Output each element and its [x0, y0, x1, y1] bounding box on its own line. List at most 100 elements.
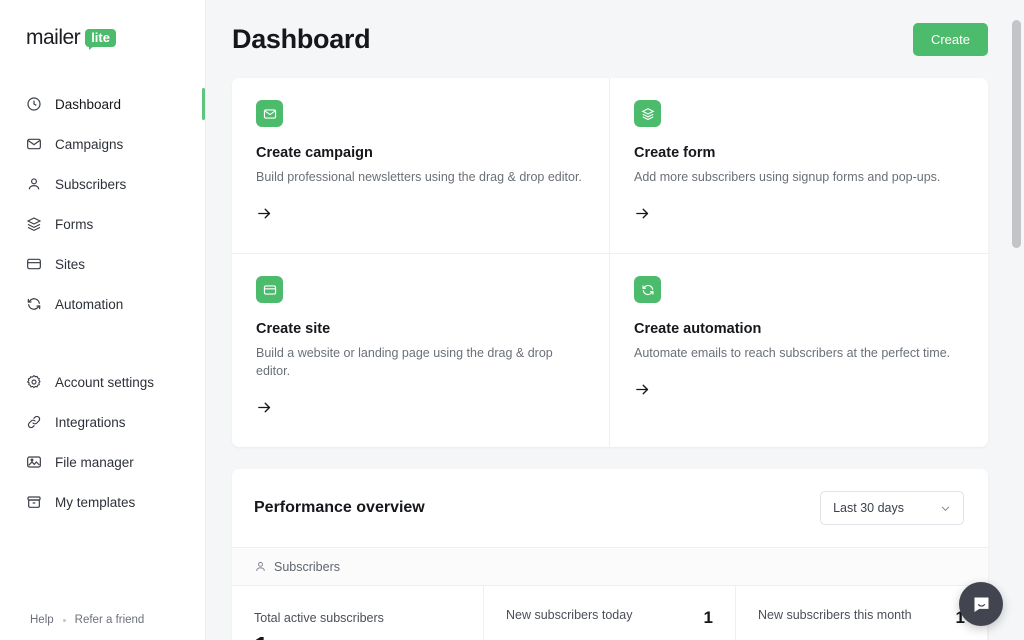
brand-name: mailer: [26, 26, 81, 49]
card-icon-wrap: [634, 276, 661, 304]
card-arrow[interactable]: [256, 399, 585, 421]
stat-value: 1: [703, 608, 713, 628]
image-icon: [27, 456, 41, 468]
card-title: Create form: [634, 145, 716, 161]
refresh-icon: [641, 284, 654, 295]
sidebar-item-campaigns[interactable]: Campaigns: [0, 124, 205, 164]
card-description: Build professional newsletters using the…: [256, 170, 582, 184]
chevron-down-icon: [941, 506, 950, 511]
create-button[interactable]: Create: [912, 22, 988, 56]
sidebar-item-label: Campaigns: [55, 136, 124, 152]
sidebar-item-sites[interactable]: Sites: [0, 244, 205, 284]
content-area: Create campaign Build professional newsl…: [206, 78, 1024, 640]
sidebar-item-label: Integrations: [55, 414, 126, 430]
card-title: Create site: [256, 321, 331, 338]
nav-divider-space: [0, 324, 205, 362]
gear-icon: [26, 374, 41, 389]
person-icon: [256, 562, 265, 572]
stat-new-subscribers-today: New subscribers today 1: [484, 586, 736, 640]
tab-label: Subscribers: [274, 559, 340, 574]
performance-tabs: Subscribers: [232, 547, 988, 586]
layers-icon: [26, 217, 42, 231]
footer-separator-dot: [62, 618, 66, 622]
main-content: Dashboard Create Create campaign Build p…: [206, 0, 1024, 640]
card-title: Create automation: [634, 321, 762, 338]
sidebar-item-label: Automation: [55, 296, 124, 312]
page-header: Dashboard Create: [206, 0, 1024, 78]
browser-icon: [27, 258, 41, 270]
performance-overview-panel: Performance overview Last 30 days Subscr…: [232, 469, 988, 640]
browser-icon: [263, 284, 276, 295]
sidebar-item-dashboard[interactable]: Dashboard: [0, 84, 205, 124]
stat-label: New subscribers this month: [758, 608, 912, 623]
card-icon-wrap: [256, 100, 283, 127]
card-icon-wrap: [256, 276, 283, 304]
envelope-icon: [263, 108, 276, 119]
help-link[interactable]: Help: [30, 614, 54, 626]
sidebar-item-label: Subscribers: [55, 176, 127, 192]
sidebar-item-my-templates[interactable]: My templates: [0, 482, 205, 522]
date-range-select[interactable]: Last 30 days: [820, 491, 964, 526]
refresh-icon: [27, 298, 41, 310]
stat-value: 1: [254, 631, 461, 640]
stat-new-subscribers-this-month: New subscribers this month 1: [736, 586, 988, 640]
sidebar-item-label: File manager: [55, 454, 134, 470]
link-icon: [27, 415, 41, 429]
sidebar-item-automation[interactable]: Automation: [0, 284, 205, 324]
card-description: Build a website or landing page using th…: [256, 346, 553, 379]
person-icon: [28, 178, 40, 190]
sidebar-item-label: Sites: [55, 256, 86, 272]
card-create-site[interactable]: Create site Build a website or landing p…: [232, 254, 610, 448]
card-create-campaign[interactable]: Create campaign Build professional newsl…: [232, 78, 610, 255]
card-icon-wrap: [634, 100, 661, 127]
sidebar-item-file-manager[interactable]: File manager: [0, 442, 205, 482]
card-title: Create campaign: [256, 145, 373, 161]
archive-icon: [27, 496, 41, 508]
date-range-value: Last 30 days: [833, 501, 904, 516]
performance-header: Performance overview Last 30 days: [232, 469, 988, 547]
chat-bubble-icon: [974, 597, 988, 612]
sidebar: mailer lite Dashboard Campaigns Subscrib…: [0, 0, 206, 640]
arrow-right-icon: [636, 208, 649, 219]
stats-grid: Total active subscribers 1 Want more sub…: [232, 585, 988, 640]
envelope-icon: [27, 138, 41, 150]
layers-icon: [641, 107, 654, 120]
stat-label: Total active subscribers: [254, 611, 384, 626]
card-arrow[interactable]: [256, 205, 585, 227]
sidebar-footer: Help Refer a friend: [0, 614, 205, 640]
sidebar-item-integrations[interactable]: Integrations: [0, 402, 205, 442]
sidebar-item-label: My templates: [55, 494, 136, 510]
clock-icon: [27, 97, 41, 111]
arrow-right-icon: [636, 384, 649, 395]
active-indicator: [202, 88, 205, 120]
scrollbar-thumb[interactable]: [1012, 20, 1021, 248]
page-scrollbar[interactable]: [1012, 0, 1021, 640]
page-title: Dashboard: [232, 23, 371, 54]
chat-launcher-button[interactable]: [959, 582, 1003, 626]
brand-logo[interactable]: mailer lite: [26, 26, 205, 50]
refer-a-friend-link[interactable]: Refer a friend: [75, 614, 145, 626]
sidebar-item-account-settings[interactable]: Account settings: [0, 362, 205, 402]
card-arrow[interactable]: [634, 205, 964, 227]
card-create-automation[interactable]: Create automation Automate emails to rea…: [610, 254, 988, 447]
arrow-right-icon: [258, 208, 271, 219]
performance-title: Performance overview: [254, 499, 425, 517]
app-root: mailer lite Dashboard Campaigns Subscrib…: [0, 0, 1024, 640]
card-description: Automate emails to reach subscribers at …: [634, 346, 951, 361]
tab-subscribers[interactable]: Subscribers: [254, 560, 340, 574]
brand-badge: lite: [85, 29, 116, 50]
arrow-right-icon: [258, 402, 271, 413]
sidebar-item-forms[interactable]: Forms: [0, 204, 205, 244]
sidebar-item-label: Dashboard: [55, 96, 122, 112]
card-arrow[interactable]: [634, 381, 964, 403]
card-description: Add more subscribers using signup forms …: [634, 170, 941, 184]
stat-total-active-subscribers: Total active subscribers 1 Want more sub…: [232, 586, 484, 640]
sidebar-item-label: Account settings: [55, 374, 155, 390]
card-create-form[interactable]: Create form Add more subscribers using s…: [610, 78, 988, 255]
quick-action-cards: Create campaign Build professional newsl…: [232, 78, 988, 448]
stat-label: New subscribers today: [506, 608, 633, 623]
logo-wrap: mailer lite: [0, 0, 205, 62]
primary-nav: Dashboard Campaigns Subscribers Forms Si…: [0, 84, 205, 522]
sidebar-item-label: Forms: [55, 216, 94, 232]
sidebar-item-subscribers[interactable]: Subscribers: [0, 164, 205, 204]
